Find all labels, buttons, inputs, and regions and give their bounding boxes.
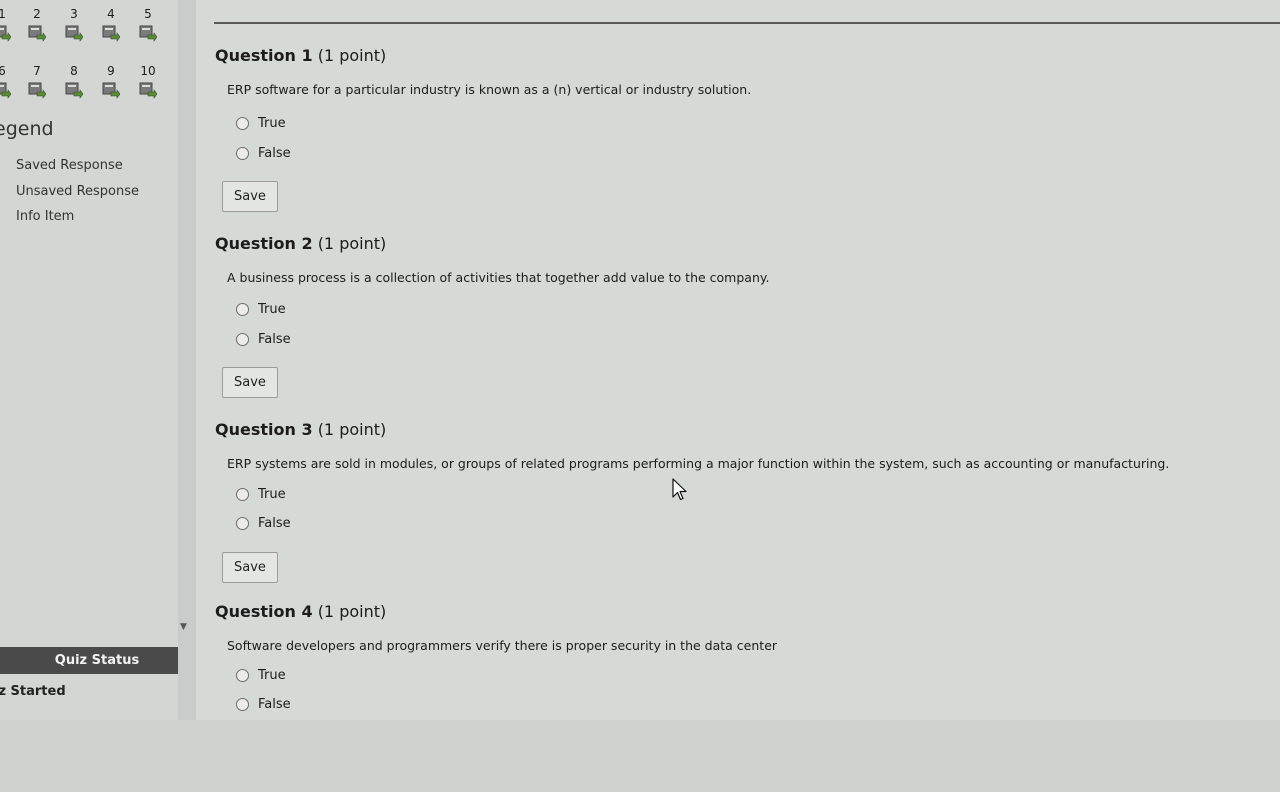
unsaved-response-icon — [139, 82, 157, 99]
question-nav-row: 1 2 3 4 5 — [0, 6, 178, 46]
question-nav-9[interactable]: 9 — [99, 63, 123, 99]
unsaved-response-icon — [0, 25, 11, 42]
radio-button[interactable] — [236, 303, 249, 316]
unsaved-response-icon — [28, 25, 46, 42]
unsaved-response-icon — [28, 82, 46, 99]
radio-button[interactable] — [236, 517, 249, 530]
legend-item-saved-response: Saved Response — [16, 158, 123, 173]
question-number: Question 3 — [215, 420, 313, 439]
legend-item-info-item: Info Item — [16, 209, 75, 224]
mouse-pointer-icon — [672, 478, 687, 501]
option-true[interactable]: True — [236, 668, 286, 683]
quiz-started-status: iz Started — [0, 684, 66, 699]
radio-button[interactable] — [236, 147, 249, 160]
option-false[interactable]: False — [236, 146, 291, 161]
unsaved-response-icon — [0, 82, 11, 99]
option-label: False — [258, 697, 291, 712]
question-title: Question 2 (1 point) — [215, 234, 386, 253]
question-nav-6[interactable]: 6 — [0, 63, 14, 99]
option-label: False — [258, 516, 291, 531]
question-title: Question 4 (1 point) — [215, 602, 386, 621]
radio-button[interactable] — [236, 488, 249, 501]
quiz-status-header[interactable]: Quiz Status — [0, 647, 194, 674]
question-text: ERP software for a particular industry i… — [227, 82, 752, 97]
option-true[interactable]: True — [236, 302, 286, 317]
legend-item-unsaved-response: Unsaved Response — [16, 184, 140, 199]
question-nav-7[interactable]: 7 — [25, 63, 49, 99]
radio-button[interactable] — [236, 669, 249, 682]
quiz-content: Question 1 (1 point) ERP software for a … — [196, 0, 1280, 720]
option-label: True — [258, 487, 286, 502]
option-label: True — [258, 302, 286, 317]
question-text: Software developers and programmers veri… — [227, 638, 778, 653]
question-number: Question 1 — [215, 46, 313, 65]
unsaved-response-icon — [65, 25, 83, 42]
radio-button[interactable] — [236, 117, 249, 130]
option-false[interactable]: False — [236, 697, 291, 712]
unsaved-response-icon — [65, 82, 83, 99]
option-false[interactable]: False — [236, 332, 291, 347]
save-button[interactable]: Save — [222, 181, 278, 212]
unsaved-response-icon — [102, 25, 120, 42]
question-nav-3[interactable]: 3 — [62, 6, 86, 42]
option-true[interactable]: True — [236, 487, 286, 502]
question-points: (1 point) — [317, 46, 387, 65]
question-points: (1 point) — [317, 420, 387, 439]
option-label: False — [258, 332, 291, 347]
legend-title: egend — [0, 118, 54, 140]
question-text: A business process is a collection of ac… — [227, 270, 770, 285]
option-label: False — [258, 146, 291, 161]
question-3: Question 3 (1 point) ERP systems are sol… — [196, 420, 1280, 610]
option-true[interactable]: True — [236, 116, 286, 131]
question-1: Question 1 (1 point) ERP software for a … — [196, 46, 1280, 236]
question-points: (1 point) — [317, 234, 387, 253]
question-title: Question 1 (1 point) — [215, 46, 386, 65]
question-navigation-sidebar: 1 2 3 4 5 6 7 8 9 10 egend Saved Respons… — [0, 0, 194, 720]
question-nav-10[interactable]: 10 — [136, 63, 160, 99]
question-title: Question 3 (1 point) — [215, 420, 386, 439]
radio-button[interactable] — [236, 698, 249, 711]
question-text: ERP systems are sold in modules, or grou… — [227, 456, 1170, 471]
question-nav-4[interactable]: 4 — [99, 6, 123, 42]
option-false[interactable]: False — [236, 516, 291, 531]
question-number: Question 4 — [215, 602, 313, 621]
unsaved-response-icon — [139, 25, 157, 42]
question-nav-5[interactable]: 5 — [136, 6, 160, 42]
unsaved-response-icon — [102, 82, 120, 99]
question-nav-1[interactable]: 1 — [0, 6, 14, 42]
question-number: Question 2 — [215, 234, 313, 253]
question-nav-row: 6 7 8 9 10 — [0, 63, 178, 103]
option-label: True — [258, 116, 286, 131]
question-4: Question 4 (1 point) Software developers… — [196, 602, 1280, 792]
question-2: Question 2 (1 point) A business process … — [196, 234, 1280, 424]
sidebar-scrollbar[interactable] — [178, 0, 196, 720]
question-points: (1 point) — [317, 602, 387, 621]
option-label: True — [258, 668, 286, 683]
divider — [214, 22, 1280, 24]
question-nav-2[interactable]: 2 — [25, 6, 49, 42]
scroll-down-icon[interactable]: ▼ — [180, 622, 187, 632]
radio-button[interactable] — [236, 333, 249, 346]
save-button[interactable]: Save — [222, 367, 278, 398]
save-button[interactable]: Save — [222, 552, 278, 583]
question-nav-8[interactable]: 8 — [62, 63, 86, 99]
